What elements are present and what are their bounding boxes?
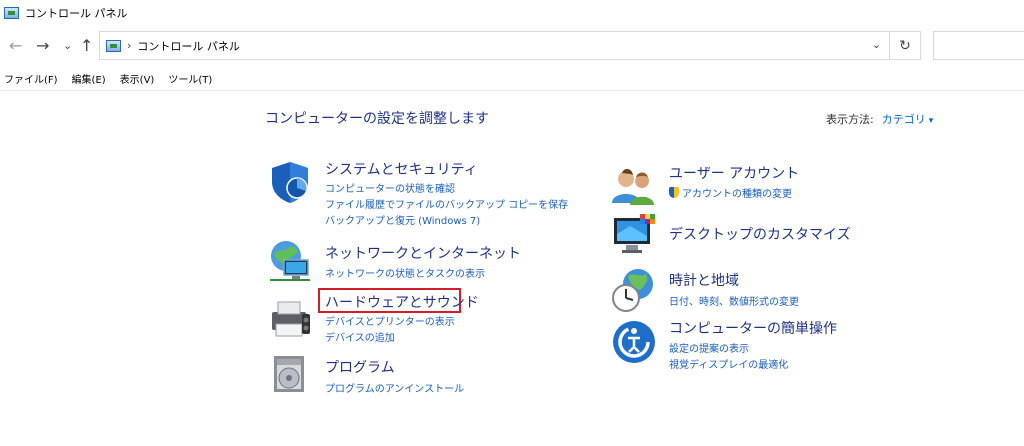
menu-edit[interactable]: 編集(E) — [72, 71, 106, 86]
monitor-palette-icon[interactable] — [610, 212, 658, 260]
search-input[interactable] — [933, 31, 1024, 60]
recent-locations-chevron-icon[interactable]: ⌄ — [63, 36, 72, 56]
address-dropdown-chevron-icon[interactable]: ⌄ — [872, 38, 881, 51]
link-view-recommended-settings[interactable]: 設定の提案の表示 — [669, 340, 749, 355]
printer-icon[interactable] — [266, 294, 314, 342]
forward-arrow-icon[interactable]: → — [36, 36, 49, 56]
category-title-appearance[interactable]: デスクトップのカスタマイズ — [669, 224, 851, 244]
category-title-clock-region[interactable]: 時計と地域 — [669, 270, 739, 290]
link-add-device[interactable]: デバイスの追加 — [325, 329, 395, 344]
category-title-system-security[interactable]: システムとセキュリティ — [325, 159, 478, 179]
window-title: コントロール パネル — [25, 7, 128, 20]
refresh-button[interactable]: ↻ — [890, 31, 921, 60]
breadcrumb-separator[interactable]: › — [127, 39, 131, 52]
link-file-history-backup[interactable]: ファイル履歴でファイルのバックアップ コピーを保存 — [325, 196, 568, 211]
menu-divider — [0, 90, 1024, 91]
menu-view[interactable]: 表示(V) — [120, 71, 155, 86]
link-optimize-visual-display[interactable]: 視覚ディスプレイの最適化 — [669, 356, 788, 371]
view-by: 表示方法: カテゴリ ▾ — [826, 111, 933, 127]
link-change-date-time-format[interactable]: 日付、時刻、数値形式の変更 — [669, 293, 799, 308]
menu-bar: ファイル(F) 編集(E) 表示(V) ツール(T) — [0, 68, 226, 88]
link-network-status-tasks[interactable]: ネットワークの状態とタスクの表示 — [325, 265, 485, 280]
address-row: ← → ⌄ ↑ › コントロール パネル ⌄ ↻ — [0, 30, 1024, 64]
link-change-account-type[interactable]: アカウントの種類の変更 — [669, 185, 792, 200]
view-by-caret-icon[interactable]: ▾ — [929, 116, 934, 126]
link-backup-restore[interactable]: バックアップと復元 (Windows 7) — [325, 212, 480, 227]
menu-tools[interactable]: ツール(T) — [168, 71, 212, 86]
control-panel-icon — [4, 7, 19, 19]
category-title-programs[interactable]: プログラム — [325, 357, 395, 377]
view-by-label: 表示方法: — [826, 113, 874, 126]
link-view-devices-printers[interactable]: デバイスとプリンターの表示 — [325, 313, 455, 328]
uac-shield-icon — [669, 187, 679, 198]
category-title-user-accounts[interactable]: ユーザー アカウント — [669, 163, 799, 183]
up-arrow-icon[interactable]: ↑ — [80, 36, 93, 56]
title-bar: コントロール パネル — [0, 0, 1024, 26]
category-title-ease-of-access[interactable]: コンピューターの簡単操作 — [669, 318, 837, 338]
network-globe-icon[interactable] — [266, 236, 314, 284]
category-title-network-internet[interactable]: ネットワークとインターネット — [325, 243, 521, 263]
link-change-account-type-label: アカウントの種類の変更 — [682, 189, 792, 200]
menu-file[interactable]: ファイル(F) — [4, 71, 58, 86]
link-check-computer-status[interactable]: コンピューターの状態を確認 — [325, 180, 455, 195]
shield-icon[interactable] — [266, 158, 314, 206]
programs-disc-icon[interactable] — [268, 352, 316, 400]
ease-of-access-icon[interactable] — [610, 318, 658, 366]
breadcrumb-control-panel[interactable]: コントロール パネル — [137, 38, 240, 54]
view-by-dropdown[interactable]: カテゴリ — [882, 113, 926, 126]
users-icon[interactable] — [610, 163, 658, 211]
back-arrow-icon[interactable]: ← — [9, 36, 22, 56]
address-bar[interactable]: › コントロール パネル ⌄ — [99, 31, 890, 60]
category-title-hardware-sound[interactable]: ハードウェアとサウンド — [325, 292, 479, 312]
control-panel-icon — [106, 39, 121, 52]
clock-globe-icon[interactable] — [610, 266, 658, 314]
page-title: コンピューターの設定を調整します — [265, 111, 489, 127]
link-uninstall-program[interactable]: プログラムのアンインストール — [325, 380, 464, 395]
